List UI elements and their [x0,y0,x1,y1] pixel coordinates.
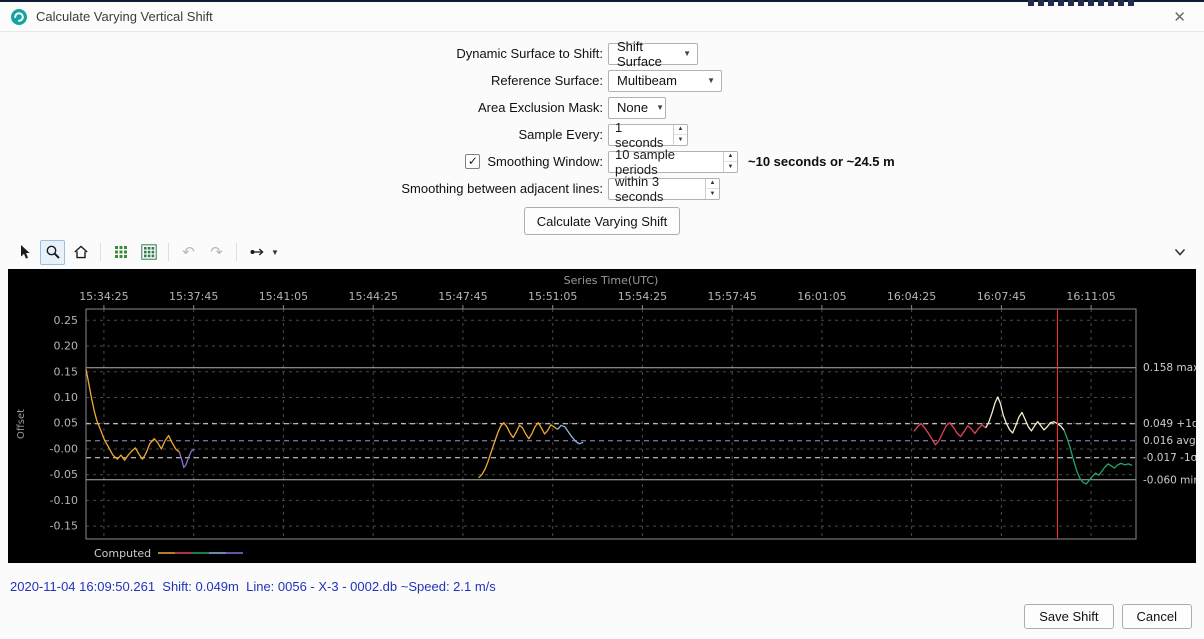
form-row-smoothing-adjacent: Smoothing between adjacent lines: within… [0,175,1204,202]
dynamic-surface-value: Shift Surface [617,39,675,69]
sample-every-spinner[interactable]: 1 seconds ▲ ▼ [608,124,688,146]
dynamic-surface-combobox[interactable]: Shift Surface ▼ [608,43,698,65]
cursor-track-icon[interactable] [244,240,269,265]
svg-text:0.049 +1σ: 0.049 +1σ [1143,418,1196,430]
svg-text:Offset: Offset [16,409,27,439]
title-bar: Calculate Varying Vertical Shift ✕ [0,2,1204,32]
calculate-varying-shift-button[interactable]: Calculate Varying Shift [524,207,681,235]
chevron-down-icon[interactable]: ▼ [271,248,279,257]
status-readout: 2020-11-04 16:09:50.261 Shift: 0.049m Li… [0,579,1204,599]
form-row-reference-surface: Reference Surface: Multibeam ▼ [0,67,1204,94]
undo-icon[interactable]: ↶ [176,240,201,265]
redo-icon[interactable]: ↷ [204,240,229,265]
spinner-down-icon[interactable]: ▼ [724,162,737,172]
save-shift-button[interactable]: Save Shift [1024,604,1113,629]
background-window-fragment [1028,0,1136,6]
smoothing-window-checkbox[interactable]: ✓ [465,154,480,169]
home-icon[interactable] [68,240,93,265]
svg-text:0.10: 0.10 [54,391,79,404]
cancel-button[interactable]: Cancel [1122,604,1192,629]
svg-text:-0.10: -0.10 [50,494,78,507]
smoothing-adjacent-spinner[interactable]: within 3 seconds ▲ ▼ [608,178,720,200]
spinner-down-icon[interactable]: ▼ [674,135,687,145]
svg-text:-0.00: -0.00 [50,443,78,456]
svg-text:15:41:05: 15:41:05 [259,290,308,303]
zoom-icon[interactable] [40,240,65,265]
spinner-up-icon[interactable]: ▲ [674,125,687,136]
chart-toolbar: ↶ ↷ ▼ [0,237,1204,267]
form-row-sample-every: Sample Every: 1 seconds ▲ ▼ [0,121,1204,148]
app-logo-icon [10,8,28,26]
grid-icon[interactable] [108,240,133,265]
svg-text:16:07:45: 16:07:45 [977,290,1026,303]
svg-text:16:04:25: 16:04:25 [887,290,936,303]
reference-surface-combobox[interactable]: Multibeam ▼ [608,70,722,92]
svg-text:15:34:25: 15:34:25 [79,290,128,303]
svg-text:15:54:25: 15:54:25 [618,290,667,303]
grid-select-icon[interactable] [136,240,161,265]
reference-surface-value: Multibeam [617,73,677,88]
shift-form: Dynamic Surface to Shift: Shift Surface … [0,32,1204,235]
pointer-icon[interactable] [12,240,37,265]
svg-text:15:37:45: 15:37:45 [169,290,218,303]
svg-text:15:51:05: 15:51:05 [528,290,577,303]
calculate-varying-vertical-shift-dialog: Calculate Varying Vertical Shift ✕ Dynam… [0,0,1204,639]
svg-text:0.25: 0.25 [54,314,79,327]
form-row-smoothing-window: ✓ Smoothing Window: 10 sample periods ▲ … [0,148,1204,175]
toolbar-separator [236,243,237,261]
svg-text:0.05: 0.05 [54,417,79,430]
offset-series-chart[interactable]: 0.25 0.20 0.15 0.10 0.05 -0.00 -0.05 -0.10 -0.15… [8,269,1196,563]
form-row-dynamic-surface: Dynamic Surface to Shift: Shift Surface … [0,40,1204,67]
svg-text:0.016 avg: 0.016 avg [1143,435,1196,447]
svg-text:-0.017 -1σ: -0.017 -1σ [1143,452,1196,464]
smoothing-adjacent-value: within 3 seconds [609,179,705,199]
sample-every-value: 1 seconds [609,125,673,145]
svg-text:15:57:45: 15:57:45 [707,290,756,303]
svg-text:16:11:05: 16:11:05 [1066,290,1115,303]
svg-text:16:01:05: 16:01:05 [797,290,846,303]
toolbar-separator [168,243,169,261]
area-exclusion-label: Area Exclusion Mask: [0,100,608,115]
smoothing-adjacent-label: Smoothing between adjacent lines: [0,181,608,196]
spinner-up-icon[interactable]: ▲ [724,152,737,163]
toolbar-separator [100,243,101,261]
smoothing-window-label: Smoothing Window: [487,154,603,169]
spinner-up-icon[interactable]: ▲ [706,179,719,190]
form-row-area-exclusion: Area Exclusion Mask: None ▼ [0,94,1204,121]
svg-text:-0.060 min: -0.060 min [1143,474,1196,486]
sample-every-label: Sample Every: [0,127,608,142]
chevron-down-icon: ▼ [707,76,715,85]
close-icon[interactable]: ✕ [1165,6,1194,28]
svg-text:0.15: 0.15 [54,365,79,378]
svg-text:0.20: 0.20 [54,340,79,353]
collapse-chevron-icon[interactable] [1167,240,1192,265]
area-exclusion-combobox[interactable]: None ▼ [608,97,666,119]
dynamic-surface-label: Dynamic Surface to Shift: [0,46,608,61]
reference-surface-label: Reference Surface: [0,73,608,88]
svg-text:15:44:25: 15:44:25 [348,290,397,303]
svg-text:Series Time(UTC): Series Time(UTC) [564,274,659,287]
chevron-down-icon: ▼ [683,49,691,58]
smoothing-window-hint: ~10 seconds or ~24.5 m [748,154,895,169]
smoothing-window-spinner[interactable]: 10 sample periods ▲ ▼ [608,151,738,173]
svg-text:-0.15: -0.15 [50,520,78,533]
chevron-down-icon: ▼ [656,103,664,112]
dialog-title: Calculate Varying Vertical Shift [36,9,213,24]
dialog-footer: Save Shift Cancel [0,604,1204,639]
svg-text:15:47:45: 15:47:45 [438,290,487,303]
svg-text:Computed: Computed [94,547,151,560]
svg-text:0.158 max: 0.158 max [1143,362,1196,374]
svg-text:-0.05: -0.05 [50,468,78,481]
smoothing-window-value: 10 sample periods [609,152,723,172]
spinner-down-icon[interactable]: ▼ [706,189,719,199]
area-exclusion-value: None [617,100,648,115]
